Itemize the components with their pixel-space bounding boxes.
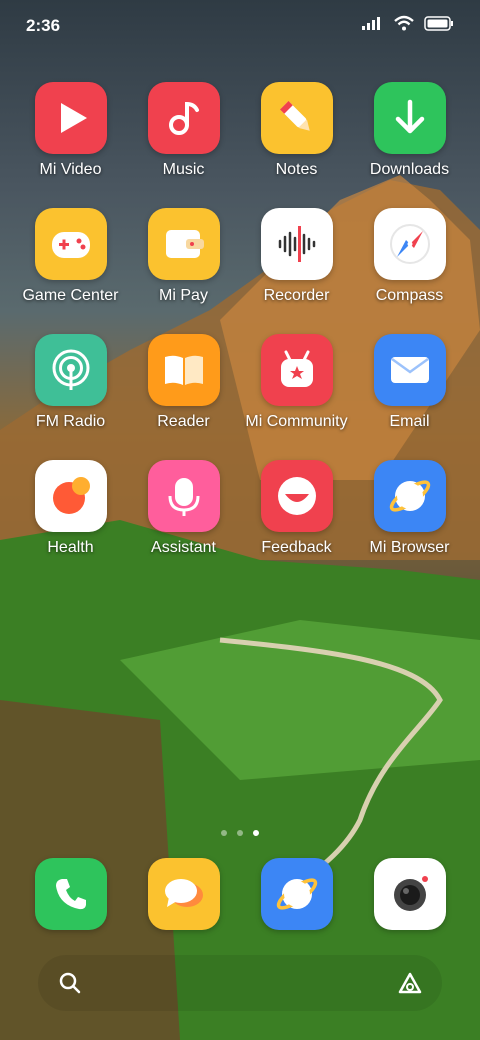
app-label: Feedback xyxy=(261,539,332,556)
dock-browser[interactable] xyxy=(240,858,353,930)
microphone-icon xyxy=(147,460,220,532)
envelope-icon xyxy=(373,334,446,406)
app-label: Mi Browser xyxy=(369,539,450,556)
app-label: Mi Video xyxy=(39,161,102,178)
dock-phone[interactable] xyxy=(14,858,127,930)
app-label: Mi Community xyxy=(245,413,348,430)
app-downloads[interactable]: Downloads xyxy=(353,82,466,179)
battery-icon xyxy=(424,15,453,31)
smile-icon xyxy=(260,460,333,532)
app-label: Assistant xyxy=(151,539,216,556)
app-game-center[interactable]: Game Center xyxy=(14,208,127,305)
app-assistant[interactable]: Assistant xyxy=(127,460,240,557)
planet-icon xyxy=(260,858,333,930)
wallet-icon xyxy=(147,208,220,280)
status-time: 2:36 xyxy=(26,16,61,35)
pencil-icon xyxy=(260,82,333,154)
app-label: Health xyxy=(47,539,94,556)
play-icon xyxy=(34,82,107,154)
app-label: Mi Pay xyxy=(159,287,208,304)
app-fm-radio[interactable]: FM Radio xyxy=(14,334,127,431)
home-screen: 2:36 Mi Video Music Notes Downloads Game… xyxy=(0,0,480,1040)
camera-icon xyxy=(373,858,446,930)
download-arrow-icon xyxy=(373,82,446,154)
waveform-icon xyxy=(260,208,333,280)
dock-camera[interactable] xyxy=(353,858,466,930)
app-feedback[interactable]: Feedback xyxy=(240,460,353,557)
gamepad-icon xyxy=(34,208,107,280)
page-dot-active[interactable] xyxy=(253,830,259,836)
planet-icon xyxy=(373,460,446,532)
app-compass[interactable]: Compass xyxy=(353,208,466,305)
status-icons xyxy=(362,15,454,31)
dock-messages[interactable] xyxy=(127,858,240,930)
app-label: Recorder xyxy=(263,287,330,304)
phone-icon xyxy=(34,858,107,930)
app-label: Music xyxy=(162,161,205,178)
app-label: Compass xyxy=(375,287,444,304)
health-circle-icon xyxy=(34,460,107,532)
app-mi-browser[interactable]: Mi Browser xyxy=(353,460,466,557)
app-music[interactable]: Music xyxy=(127,82,240,179)
book-icon xyxy=(147,334,220,406)
app-label: Notes xyxy=(275,161,318,178)
compass-icon xyxy=(373,208,446,280)
radio-icon xyxy=(34,334,107,406)
search-icon[interactable] xyxy=(56,969,84,997)
app-label: Reader xyxy=(157,413,210,430)
app-notes[interactable]: Notes xyxy=(240,82,353,179)
music-note-icon xyxy=(147,82,220,154)
assistant-shortcut-icon[interactable] xyxy=(396,969,424,997)
app-mi-community[interactable]: Mi Community xyxy=(240,334,353,431)
mi-bunny-icon xyxy=(260,334,333,406)
bottom-bar xyxy=(38,955,442,1011)
app-label: FM Radio xyxy=(35,413,106,430)
signal-icon xyxy=(362,17,380,30)
app-reader[interactable]: Reader xyxy=(127,334,240,431)
app-mi-video[interactable]: Mi Video xyxy=(14,82,127,179)
page-dot[interactable] xyxy=(221,830,227,836)
app-recorder[interactable]: Recorder xyxy=(240,208,353,305)
app-label: Downloads xyxy=(369,161,450,178)
page-indicator[interactable] xyxy=(0,830,480,836)
app-email[interactable]: Email xyxy=(353,334,466,431)
app-label: Game Center xyxy=(22,287,119,304)
app-health[interactable]: Health xyxy=(14,460,127,557)
status-bar: 2:36 xyxy=(0,0,480,50)
app-mi-pay[interactable]: Mi Pay xyxy=(127,208,240,305)
page-dot[interactable] xyxy=(237,830,243,836)
wifi-icon xyxy=(394,15,414,31)
message-icon xyxy=(147,858,220,930)
app-label: Email xyxy=(389,413,430,430)
